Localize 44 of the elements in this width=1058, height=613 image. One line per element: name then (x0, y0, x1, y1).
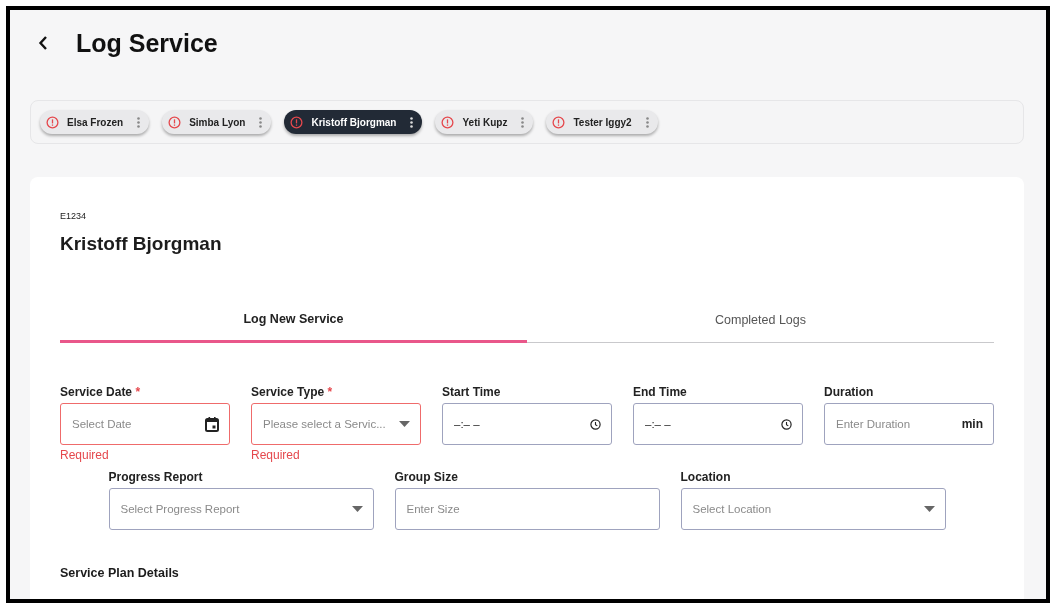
alert-icon (552, 115, 566, 129)
field-label: Progress Report (108, 470, 204, 484)
client-chip[interactable]: Elsa Frozen (40, 110, 150, 134)
page-title: Log Service (76, 28, 218, 58)
alert-icon (168, 115, 182, 129)
back-chevron-icon (38, 35, 48, 51)
field-label: End Time (633, 385, 688, 399)
dropdown-caret-icon (351, 506, 363, 512)
client-id: E1234 (60, 211, 88, 221)
required-mark: * (134, 385, 141, 399)
dropdown-field[interactable]: Select Progress Report (108, 488, 374, 530)
calendar-icon[interactable] (205, 416, 219, 432)
clock-icon[interactable] (781, 418, 792, 430)
tab[interactable]: Log New Service (60, 305, 527, 343)
tab[interactable]: Completed Logs (527, 305, 994, 343)
client-name: Kristoff Bjorgman (60, 233, 223, 255)
error-message: Required (251, 448, 301, 462)
client-chip[interactable]: Tester Iggy2 (546, 110, 658, 134)
clock-icon[interactable] (590, 418, 601, 430)
field-label: Group Size (394, 470, 459, 484)
alert-icon (441, 115, 455, 129)
date-field[interactable]: Select Date (60, 403, 230, 445)
dropdown-field[interactable]: Please select a Servic... (251, 403, 421, 445)
required-mark: * (326, 385, 333, 399)
time-field[interactable]: –:– – (442, 403, 612, 445)
client-chip[interactable]: Kristoff Bjorgman (284, 110, 423, 134)
field-label: Service Type * (251, 385, 334, 399)
unit-label: min (961, 417, 983, 431)
error-message: Required (60, 448, 110, 462)
dropdown-caret-icon (923, 506, 935, 512)
alert-icon (290, 115, 304, 129)
field-label: Start Time (442, 385, 502, 399)
dropdown-field[interactable]: Select Location (680, 488, 946, 530)
time-field[interactable]: –:– – (633, 403, 803, 445)
more-icon[interactable] (410, 116, 414, 128)
dropdown-caret-icon (399, 421, 410, 427)
field-label: Service Date * (60, 385, 142, 399)
client-chip[interactable]: Simba Lyon (162, 110, 272, 134)
field-label: Location (680, 470, 732, 484)
client-chip[interactable]: Yeti Kupz (435, 110, 534, 134)
section-heading: Service Plan Details (60, 566, 180, 580)
alert-icon (46, 115, 59, 129)
field-label: Duration (824, 385, 875, 399)
input-field[interactable]: Enter Size (394, 488, 660, 530)
